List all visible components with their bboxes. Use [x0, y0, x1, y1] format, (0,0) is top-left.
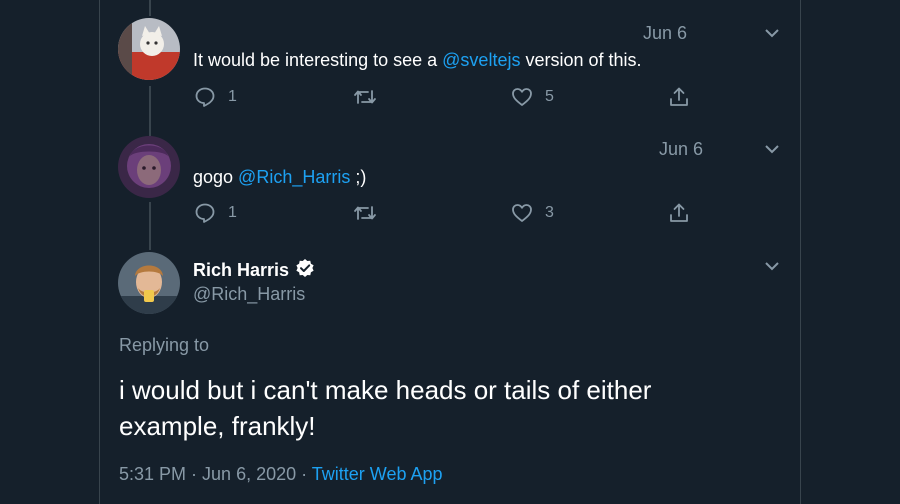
tweet-full-date[interactable]: Jun 6, 2020 — [202, 464, 296, 484]
retweet-icon — [353, 86, 377, 108]
separator: · — [296, 464, 312, 484]
main-tweet-text: i would but i can't make heads or tails … — [119, 375, 652, 441]
display-name[interactable]: Rich Harris — [193, 258, 315, 283]
separator: · — [186, 464, 203, 484]
tweet-text: It would be interesting to see a @svelte… — [193, 50, 642, 71]
thread-line — [149, 0, 151, 16]
mention-link[interactable]: @sveltejs — [442, 50, 520, 70]
like-button[interactable]: 5 — [511, 86, 554, 108]
like-button[interactable]: 3 — [511, 202, 554, 224]
share-button[interactable] — [668, 202, 690, 224]
tweet-text: gogo @Rich_Harris ;) — [193, 167, 366, 188]
reply-icon — [194, 202, 216, 224]
chevron-down-icon[interactable] — [764, 141, 780, 157]
thread-line — [149, 86, 151, 136]
share-icon — [668, 202, 690, 224]
share-icon — [668, 86, 690, 108]
tweet-date[interactable]: Jun 6 — [643, 23, 687, 44]
retweet-button[interactable] — [353, 86, 377, 108]
chevron-down-icon[interactable] — [764, 258, 780, 274]
avatar[interactable] — [118, 136, 180, 198]
reply-count: 1 — [228, 204, 237, 221]
replying-to-label: Replying to — [119, 335, 210, 355]
tweet-text-part: It would be interesting to see a — [193, 50, 443, 70]
mention-link[interactable]: @Rich_Harris — [238, 167, 350, 187]
avatar[interactable] — [118, 18, 180, 80]
retweet-icon — [353, 202, 377, 224]
tweet-text-part: version of this. — [520, 50, 642, 70]
reply-count: 1 — [228, 88, 237, 105]
reply-button[interactable]: 1 — [194, 86, 237, 108]
share-button[interactable] — [668, 86, 690, 108]
tweet-time[interactable]: 5:31 PM — [119, 464, 186, 484]
reply-button[interactable]: 1 — [194, 202, 237, 224]
chevron-down-icon[interactable] — [764, 25, 780, 41]
retweet-button[interactable] — [353, 202, 377, 224]
avatar[interactable] — [118, 252, 180, 314]
user-handle[interactable]: @Rich_Harris — [193, 284, 305, 305]
tweet-text-part: gogo — [193, 167, 239, 187]
tweet-metadata: 5:31 PM · Jun 6, 2020 · Twitter Web App — [119, 464, 443, 485]
like-count: 3 — [545, 204, 554, 221]
thread-line — [149, 202, 151, 250]
like-count: 5 — [545, 88, 554, 105]
tweet-date[interactable]: Jun 6 — [659, 139, 703, 160]
heart-icon — [511, 202, 533, 224]
verified-badge-icon — [295, 258, 315, 283]
display-name-text: Rich Harris — [193, 260, 290, 280]
reply-icon — [194, 86, 216, 108]
tweet-text-part: ;) — [350, 167, 367, 187]
heart-icon — [511, 86, 533, 108]
source-app-link[interactable]: Twitter Web App — [312, 464, 443, 484]
